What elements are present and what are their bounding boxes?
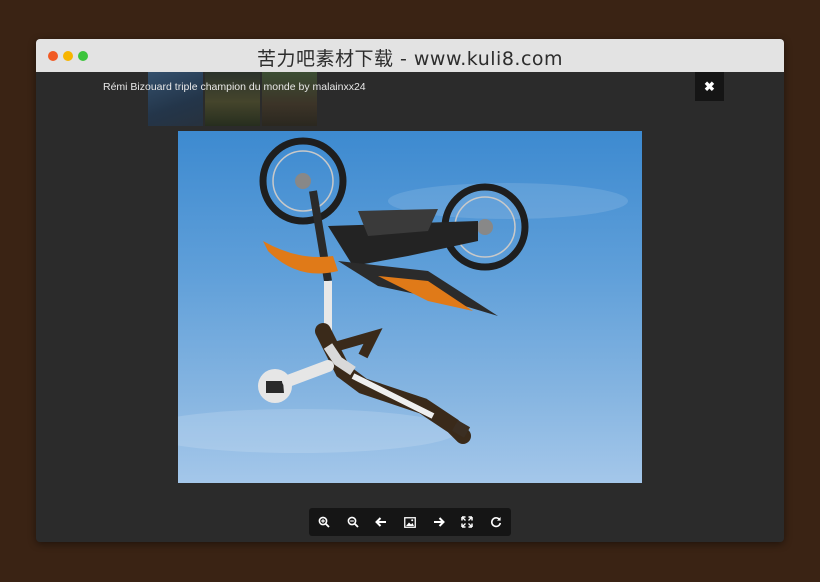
- image-icon: [404, 516, 416, 528]
- fullscreen-button[interactable]: [453, 508, 481, 536]
- arrow-right-icon: [434, 517, 445, 527]
- close-viewer-button[interactable]: ✖: [695, 72, 724, 101]
- window-title: 苦力吧素材下载 - www.kuli8.com: [256, 48, 564, 70]
- previous-button[interactable]: [367, 508, 395, 536]
- motocross-rider-illustration: [178, 137, 628, 453]
- image-viewer: Rémi Bizouard triple champion du monde b…: [36, 72, 784, 542]
- zoom-out-button[interactable]: [339, 508, 367, 536]
- rotate-icon: [491, 517, 502, 528]
- arrow-left-icon: [375, 517, 386, 527]
- close-icon: ✖: [704, 78, 715, 94]
- expand-icon: [461, 516, 473, 528]
- next-button[interactable]: [425, 508, 453, 536]
- viewer-toolbar: [309, 508, 511, 536]
- main-photo[interactable]: [178, 131, 642, 483]
- original-size-button[interactable]: [396, 508, 424, 536]
- zoom-in-icon: [318, 516, 330, 528]
- browser-window: 苦力吧素材下载 - www.kuli8.com Rémi Bizouard tr…: [36, 39, 784, 542]
- title-bar: 苦力吧素材下载 - www.kuli8.com: [36, 39, 784, 72]
- rotate-button[interactable]: [482, 508, 510, 536]
- image-caption: Rémi Bizouard triple champion du monde b…: [103, 81, 366, 93]
- zoom-in-button[interactable]: [310, 508, 338, 536]
- zoom-out-icon: [347, 516, 359, 528]
